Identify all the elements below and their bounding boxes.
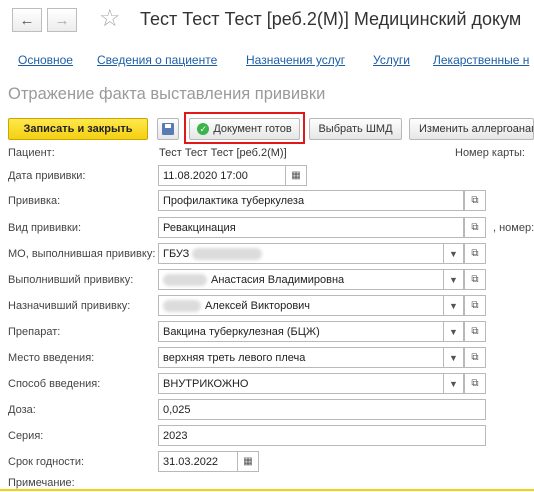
calendar-button[interactable]: ▦ xyxy=(237,451,259,472)
mo-dropdown-button[interactable]: ▼ xyxy=(444,243,464,264)
drug-field[interactable]: Вакцина туберкулезная (БЦЖ) xyxy=(158,321,444,342)
save-button[interactable] xyxy=(157,118,179,140)
document-ready-label: Документ готов xyxy=(213,123,292,135)
check-circle-icon: ✓ xyxy=(197,123,210,135)
type-label: Вид прививки: xyxy=(8,222,82,234)
vaccination-label: Прививка: xyxy=(8,195,61,207)
patient-label: Пациент: xyxy=(8,147,55,159)
date-label: Дата прививки: xyxy=(8,170,86,182)
tab-patient-info[interactable]: Сведения о пациенте xyxy=(97,53,217,67)
open-type-button[interactable]: ⧉ xyxy=(464,217,486,238)
mo-value: ГБУЗ xyxy=(163,247,190,260)
back-button[interactable]: ← xyxy=(12,8,42,32)
method-field[interactable]: ВНУТРИКОЖНО xyxy=(158,373,444,394)
arrow-right-icon: → xyxy=(54,11,70,29)
calendar-icon: ▦ xyxy=(291,170,301,181)
save-and-close-button[interactable]: Записать и закрыть xyxy=(8,118,148,140)
tab-services[interactable]: Услуги xyxy=(373,53,410,67)
arrow-left-icon: ← xyxy=(19,11,35,29)
type-field[interactable]: Ревакцинация xyxy=(158,217,464,238)
open-mo-button[interactable]: ⧉ xyxy=(464,243,486,264)
method-dropdown-button[interactable]: ▼ xyxy=(444,373,464,394)
date-input[interactable]: 11.08.2020 17:00 xyxy=(158,165,286,186)
select-shmd-button[interactable]: Выбрать ШМД xyxy=(309,118,402,140)
open-icon: ⧉ xyxy=(471,352,479,363)
page-title: Тест Тест Тест [реб.2(М)] Медицинский до… xyxy=(140,9,522,29)
performer-field[interactable]: Анастасия Владимировна xyxy=(158,269,444,290)
performer-label: Выполнивший прививку: xyxy=(8,274,134,286)
assigner-value: Алексей Викторович xyxy=(205,299,311,312)
chevron-down-icon: ▼ xyxy=(449,326,458,337)
calendar-icon: ▦ xyxy=(243,456,253,467)
site-label: Место введения: xyxy=(8,352,95,364)
redacted-text xyxy=(192,247,263,260)
calendar-button[interactable]: ▦ xyxy=(285,165,307,186)
open-method-button[interactable]: ⧉ xyxy=(464,373,486,394)
assigner-label: Назначивший прививку: xyxy=(8,300,131,312)
tab-main[interactable]: Основное xyxy=(18,53,73,67)
expiry-input[interactable]: 31.03.2022 xyxy=(158,451,238,472)
open-performer-button[interactable]: ⧉ xyxy=(464,269,486,290)
forward-button[interactable]: → xyxy=(47,8,77,32)
open-vaccination-button[interactable]: ⧉ xyxy=(464,190,486,211)
performer-dropdown-button[interactable]: ▼ xyxy=(444,269,464,290)
document-ready-button[interactable]: ✓ Документ готов xyxy=(189,118,300,140)
series-label: Серия: xyxy=(8,430,44,442)
open-icon: ⧉ xyxy=(471,222,479,233)
card-number-label: Номер карты: xyxy=(455,147,525,159)
assigner-dropdown-button[interactable]: ▼ xyxy=(444,295,464,316)
dose-label: Доза: xyxy=(8,404,36,416)
open-icon: ⧉ xyxy=(471,326,479,337)
method-label: Способ введения: xyxy=(8,378,101,390)
performer-value: Анастасия Владимировна xyxy=(211,273,345,286)
open-icon: ⧉ xyxy=(471,274,479,285)
chevron-down-icon: ▼ xyxy=(449,352,458,363)
series-input[interactable]: 2023 xyxy=(158,425,486,446)
open-assigner-button[interactable]: ⧉ xyxy=(464,295,486,316)
star-icon[interactable]: ☆ xyxy=(99,4,121,33)
tab-service-orders[interactable]: Назначения услуг xyxy=(246,53,345,67)
form-subtitle: Отражение факта выставления прививки xyxy=(8,85,326,103)
floppy-disk-icon xyxy=(162,123,174,135)
site-dropdown-button[interactable]: ▼ xyxy=(444,347,464,368)
chevron-down-icon: ▼ xyxy=(449,378,458,389)
redacted-text xyxy=(163,273,207,286)
drug-dropdown-button[interactable]: ▼ xyxy=(444,321,464,342)
mo-field[interactable]: ГБУЗ xyxy=(158,243,444,264)
open-icon: ⧉ xyxy=(471,378,479,389)
note-label: Примечание: xyxy=(8,477,75,489)
chevron-down-icon: ▼ xyxy=(449,300,458,311)
open-icon: ⧉ xyxy=(471,300,479,311)
divider xyxy=(0,489,534,491)
patient-value: Тест Тест Тест [реб.2(М)] xyxy=(159,147,287,159)
tab-medications[interactable]: Лекарственные н xyxy=(433,53,534,67)
open-icon: ⧉ xyxy=(471,248,479,259)
chevron-down-icon: ▼ xyxy=(449,274,458,285)
change-allergy-button[interactable]: Изменить аллергоанам xyxy=(409,118,534,140)
open-drug-button[interactable]: ⧉ xyxy=(464,321,486,342)
open-icon: ⧉ xyxy=(471,195,479,206)
site-field[interactable]: верхняя треть левого плеча xyxy=(158,347,444,368)
number-label: , номер: xyxy=(493,222,534,234)
dose-input[interactable]: 0,025 xyxy=(158,399,486,420)
drug-label: Препарат: xyxy=(8,326,61,338)
expiry-label: Срок годности: xyxy=(8,456,85,468)
mo-label: МО, выполнившая прививку: xyxy=(8,248,156,260)
chevron-down-icon: ▼ xyxy=(449,248,458,259)
assigner-field[interactable]: Алексей Викторович xyxy=(158,295,444,316)
open-site-button[interactable]: ⧉ xyxy=(464,347,486,368)
redacted-text xyxy=(163,299,201,312)
vaccination-field[interactable]: Профилактика туберкулеза xyxy=(158,190,464,211)
